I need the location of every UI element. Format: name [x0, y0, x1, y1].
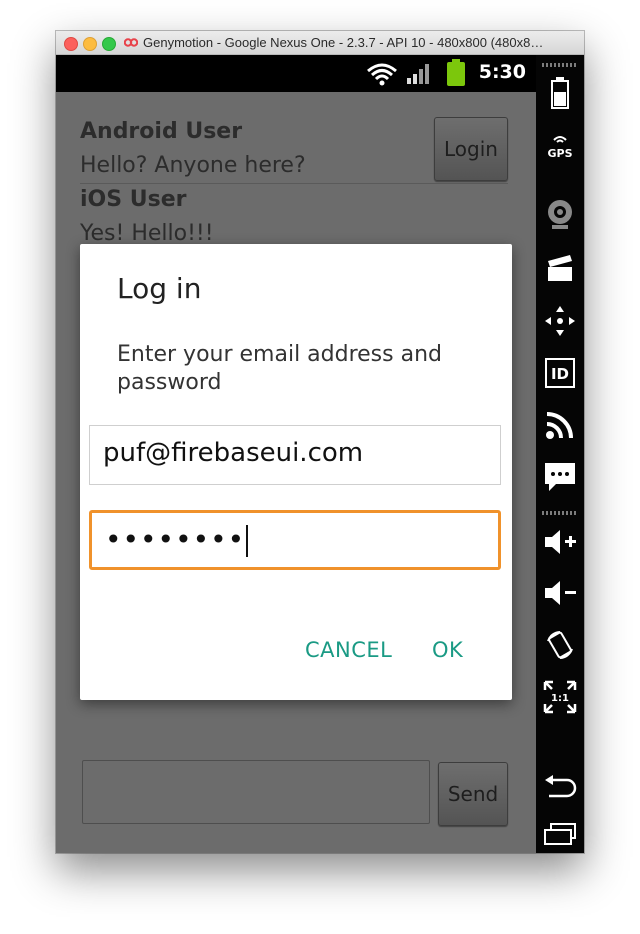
- emulator-window: Genymotion - Google Nexus One - 2.3.7 - …: [56, 31, 584, 853]
- android-status-bar: 5:30: [56, 55, 536, 92]
- volume-up-control[interactable]: [536, 522, 584, 562]
- cancel-button[interactable]: CANCEL: [305, 638, 392, 662]
- recent-apps-icon: [544, 823, 576, 845]
- scale-label: 1:1: [551, 693, 569, 704]
- device-screen: 5:30 Android User Hello? Anyone here? iO…: [56, 55, 536, 853]
- dialog-title: Log in: [117, 272, 202, 305]
- wifi-icon: [367, 63, 397, 86]
- sms-control[interactable]: [536, 457, 584, 497]
- separator: [542, 63, 578, 67]
- ok-button[interactable]: OK: [432, 638, 463, 662]
- rotate-icon: [547, 631, 573, 659]
- volume-down-icon: [545, 581, 576, 605]
- login-dialog: Log in Enter your email address and pass…: [80, 244, 512, 700]
- message-input[interactable]: [82, 760, 430, 824]
- message-text: Hello? Anyone here?: [80, 153, 306, 178]
- separator: [542, 511, 578, 515]
- status-clock: 5:30: [478, 61, 526, 83]
- text-caret: [246, 525, 249, 557]
- emulator-controls: GPS ID 1:1: [536, 55, 584, 853]
- password-field[interactable]: ••••••••: [89, 510, 501, 570]
- sms-icon: [545, 463, 575, 491]
- close-window-button[interactable]: [64, 37, 78, 51]
- password-mask: ••••••••: [105, 523, 246, 556]
- dpad-icon: [545, 306, 575, 336]
- webcam-control[interactable]: [536, 195, 584, 235]
- signal-icon: [407, 64, 429, 84]
- webcam-icon: [548, 200, 572, 229]
- battery-icon: [551, 77, 569, 109]
- genymotion-logo-icon: [124, 38, 138, 47]
- back-icon: [545, 775, 577, 798]
- rotate-control[interactable]: [536, 625, 584, 665]
- password-value: ••••••••: [105, 523, 249, 557]
- battery-control[interactable]: [536, 73, 584, 113]
- email-field[interactable]: puf@firebaseui.com: [89, 425, 501, 485]
- send-button[interactable]: Send: [438, 762, 508, 826]
- message-text: Yes! Hello!!!: [80, 221, 214, 246]
- scale-icon: 1:1: [543, 680, 577, 714]
- network-control[interactable]: [536, 405, 584, 445]
- title-bar: Genymotion - Google Nexus One - 2.3.7 - …: [56, 31, 584, 55]
- chat-screen: Android User Hello? Anyone here? iOS Use…: [56, 92, 536, 853]
- clapperboard-icon: [548, 255, 572, 281]
- gps-label: GPS: [547, 147, 572, 160]
- volume-up-icon: [545, 530, 576, 554]
- back-control[interactable]: [536, 767, 584, 807]
- gps-icon: GPS: [547, 136, 573, 160]
- device-id-control[interactable]: ID: [536, 353, 584, 393]
- dialog-message: Enter your email address and password: [117, 342, 442, 395]
- login-button[interactable]: Login: [434, 117, 508, 181]
- recent-apps-control[interactable]: [536, 817, 584, 853]
- message-author: iOS User: [80, 187, 187, 212]
- message-divider: [80, 183, 508, 184]
- gps-control[interactable]: GPS: [536, 126, 584, 166]
- rss-icon: [546, 412, 573, 439]
- scale-control[interactable]: 1:1: [536, 677, 584, 717]
- message-author: Android User: [80, 119, 243, 144]
- id-label: ID: [551, 365, 569, 383]
- maximize-window-button[interactable]: [102, 37, 116, 51]
- email-value: puf@firebaseui.com: [103, 438, 364, 468]
- capture-control[interactable]: [536, 248, 584, 288]
- minimize-window-button[interactable]: [83, 37, 97, 51]
- volume-down-control[interactable]: [536, 573, 584, 613]
- dpad-control[interactable]: [536, 301, 584, 341]
- battery-icon: [447, 59, 465, 86]
- window-title: Genymotion - Google Nexus One - 2.3.7 - …: [143, 35, 544, 50]
- device-id-icon: ID: [545, 358, 575, 388]
